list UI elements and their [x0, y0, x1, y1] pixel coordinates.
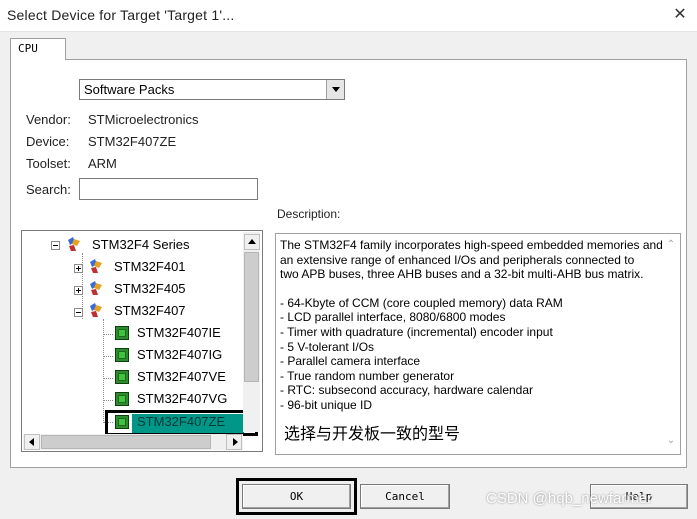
- ok-button[interactable]: OK: [242, 484, 351, 509]
- tree-item-label: STM32F405: [114, 281, 186, 296]
- scroll-left-icon[interactable]: [24, 434, 40, 450]
- chip-icon: [115, 415, 129, 429]
- chevron-up-icon[interactable]: ⌃: [666, 239, 676, 250]
- tree-item-stm32f407ig[interactable]: STM32F407IG: [22, 344, 244, 366]
- description-line: - True random number generator: [280, 368, 455, 383]
- chip-icon: [115, 348, 129, 362]
- chip-icon: [115, 370, 129, 384]
- watermark: CSDN @hqb_newfarmer: [486, 490, 653, 507]
- tree-item-stm32f407[interactable]: STM32F407: [22, 300, 244, 322]
- description-line: an extensive range of enhanced I/Os and …: [280, 252, 635, 267]
- vendor-label: Vendor:: [26, 112, 71, 127]
- title-bar: Select Device for Target 'Target 1'... ✕: [0, 0, 697, 32]
- search-input[interactable]: [79, 178, 258, 200]
- device-database-value: Software Packs: [84, 82, 175, 97]
- description-line: - RTC: subsecond accuracy, hardware cale…: [280, 383, 534, 398]
- tree-horizontal-scrollbar[interactable]: [23, 434, 243, 450]
- scroll-thumb[interactable]: [41, 435, 211, 449]
- tree-item-label: STM32F407IG: [137, 347, 223, 362]
- device-label: Device:: [26, 134, 70, 149]
- tree-item-stm32f407ze[interactable]: STM32F407ZE: [21, 411, 243, 433]
- tree-item-stm32f401[interactable]: STM32F401: [22, 256, 244, 278]
- description-line: - 5 V-tolerant I/Os: [280, 339, 375, 354]
- device-value: STM32F407ZE: [88, 134, 177, 149]
- tree-item-stm32f407ve[interactable]: STM32F407VE: [22, 366, 244, 388]
- search-label: Search:: [26, 182, 71, 197]
- description-line: - 64-Kbyte of CCM (core coupled memory) …: [280, 295, 563, 310]
- description-scrollbar[interactable]: ⌃ ⌄: [662, 235, 679, 453]
- tree-item-label: STM32F401: [114, 259, 186, 274]
- description-line: The STM32F4 family incorporates high-spe…: [280, 238, 663, 252]
- tab-cpu-label: CPU: [18, 42, 38, 55]
- chip-icon: [115, 326, 129, 340]
- tree-vertical-scrollbar[interactable]: [243, 232, 260, 432]
- window-title: Select Device for Target 'Target 1'...: [7, 7, 235, 23]
- close-icon[interactable]: ✕: [663, 0, 697, 30]
- device-group-icon: [90, 259, 102, 273]
- description-line: - Parallel camera interface: [280, 354, 421, 369]
- cancel-button[interactable]: Cancel: [360, 484, 450, 509]
- device-family-icon: [68, 237, 80, 251]
- expand-icon[interactable]: [74, 264, 83, 273]
- tree-item-label: STM32F407: [114, 303, 186, 318]
- tree-item-label: STM32F407ZE: [137, 414, 226, 429]
- tree-item-label: STM32F407IE: [137, 325, 221, 340]
- tree-item-label: STM32F407VG: [137, 391, 228, 406]
- scroll-right-icon[interactable]: [226, 434, 242, 450]
- tree-item-stm32f407vg[interactable]: STM32F407VG: [22, 388, 244, 410]
- toolset-label: Toolset:: [26, 156, 71, 171]
- tree-item-label: STM32F407VE: [137, 369, 226, 384]
- tree-item-label: STM32F4 Series: [92, 237, 190, 252]
- vendor-value: STMicroelectronics: [88, 112, 199, 127]
- tree-item-stm32f405[interactable]: STM32F405: [22, 278, 244, 300]
- scroll-thumb[interactable]: [244, 252, 259, 382]
- tree-item-stm32f407ie[interactable]: STM32F407IE: [22, 322, 244, 344]
- tab-cpu[interactable]: CPU: [10, 38, 66, 60]
- description-text: The STM32F4 family incorporates high-spe…: [280, 238, 663, 413]
- chevron-down-icon[interactable]: ⌄: [666, 435, 676, 446]
- description-label: Description:: [277, 207, 341, 221]
- expand-icon[interactable]: [74, 286, 83, 295]
- description-line: two APB buses, three AHB buses and a 32-…: [280, 267, 644, 282]
- collapse-icon[interactable]: [51, 241, 60, 250]
- chip-icon: [115, 392, 129, 406]
- chevron-down-icon[interactable]: [326, 80, 344, 99]
- description-box: The STM32F4 family incorporates high-spe…: [275, 233, 681, 455]
- description-line: - Timer with quadrature (incremental) en…: [280, 324, 553, 339]
- scroll-up-icon[interactable]: [244, 234, 260, 250]
- toolset-value: ARM: [88, 156, 117, 171]
- description-line: - 96-bit unique ID: [280, 397, 373, 412]
- device-group-icon: [90, 303, 102, 317]
- tree-item-stm32f4-series[interactable]: STM32F4 Series: [22, 234, 244, 256]
- select-device-dialog: Select Device for Target 'Target 1'... ✕…: [0, 0, 697, 519]
- collapse-icon[interactable]: [74, 308, 83, 317]
- annotation-note: 选择与开发板一致的型号: [284, 424, 461, 443]
- device-database-select[interactable]: Software Packs: [79, 79, 345, 100]
- description-line: - LCD parallel interface, 8080/6800 mode…: [280, 310, 506, 325]
- device-group-icon: [90, 281, 102, 295]
